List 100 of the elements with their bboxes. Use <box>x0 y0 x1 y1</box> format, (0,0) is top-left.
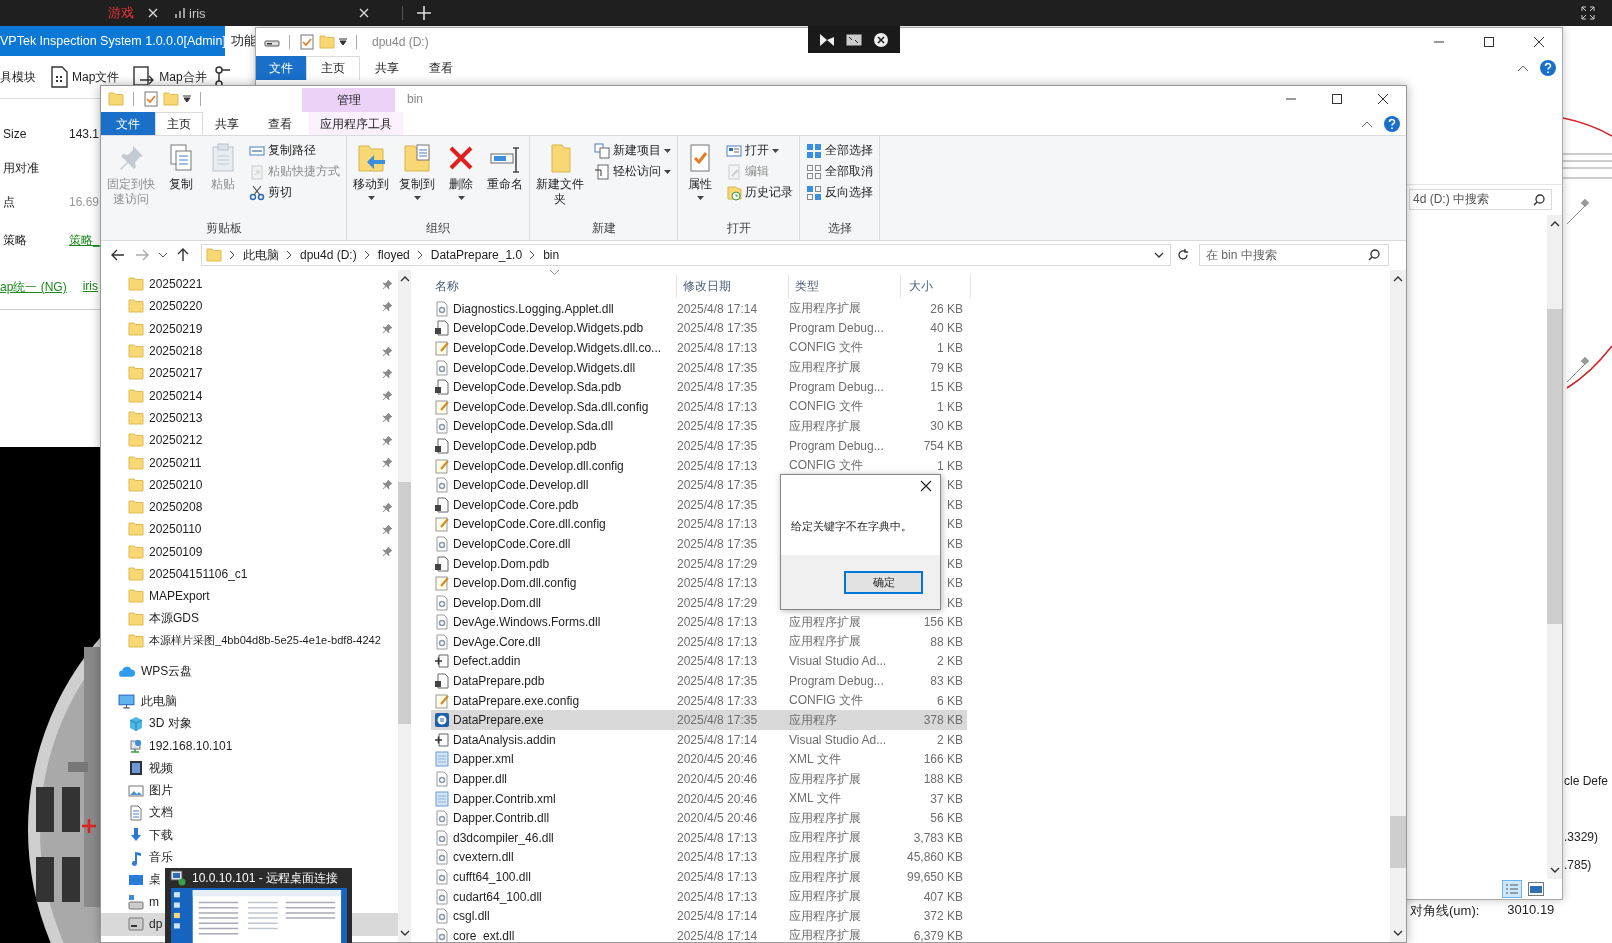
file-type: CONFIG 文件 <box>789 399 863 414</box>
file-type: Visual Studio Ad... <box>789 732 887 747</box>
file-name: DevelopCode.Develop.Widgets.pdb <box>453 321 645 336</box>
window-title: dpu4d (D:) <box>371 35 429 49</box>
file-name: DevelopCode.Develop.pdb <box>453 438 598 453</box>
group-label: 新建 <box>590 220 617 237</box>
file-type: 应用程序扩展 <box>789 908 861 923</box>
file-size: KB <box>947 576 963 591</box>
modified-date: 2025/4/8 17:13 <box>677 634 759 649</box>
file-type: 应用程序扩展 <box>789 360 861 375</box>
file-name: DataPrepare.exe.config <box>453 693 581 708</box>
modified-date: 2025/4/8 17:35 <box>677 438 759 453</box>
modified-date: 2025/4/8 17:33 <box>677 693 759 708</box>
field-label: 点 <box>2 193 16 211</box>
file-name: DataPrepare.exe <box>453 713 545 728</box>
modified-date: 2025/4/8 17:29 <box>677 556 759 571</box>
file-type: Program Debug... <box>789 438 884 453</box>
modified-date: 2020/4/5 20:46 <box>677 811 759 826</box>
file-name: DevelopCode.Develop.dll <box>453 478 590 493</box>
file-size: 37 KB <box>930 791 963 806</box>
file-size: 156 KB <box>923 615 963 630</box>
file-name: DevelopCode.Develop.Sda.dll.config <box>453 399 650 414</box>
group-label: 选择 <box>826 220 853 237</box>
file-name: DevelopCode.Develop.Widgets.dll <box>453 360 637 375</box>
modified-date: 2020/4/5 20:46 <box>677 791 759 806</box>
file-type: 应用程序 <box>789 712 837 727</box>
file-type: Program Debug... <box>789 380 884 395</box>
file-size: KB <box>947 536 963 551</box>
result-text: .3329) <box>1564 829 1600 846</box>
file-name: DevAge.Windows.Forms.dll <box>453 615 602 630</box>
file-name: DevelopCode.Core.dll.config <box>453 517 607 532</box>
modified-date: 2025/4/8 17:13 <box>677 458 759 473</box>
result-text: .785) <box>1564 857 1593 874</box>
modified-date: 2025/4/8 17:14 <box>677 732 759 747</box>
file-name: csgl.dll <box>453 909 491 924</box>
file-type: XML 文件 <box>789 751 841 766</box>
file-name: core_ext.dll <box>453 928 516 942</box>
file-type: 应用程序扩展 <box>789 928 861 942</box>
modified-date: 2025/4/8 17:13 <box>677 576 759 591</box>
file-type: CONFIG 文件 <box>789 340 863 355</box>
file-type: 应用程序扩展 <box>789 301 861 316</box>
file-size: 79 KB <box>930 360 963 375</box>
file-name: cudart64_100.dll <box>453 889 543 904</box>
file-size: 372 KB <box>923 909 963 924</box>
field-value: 3010.19 <box>1507 902 1555 919</box>
modified-date: 2025/4/8 17:13 <box>677 889 759 904</box>
group-label: 组织 <box>425 220 451 237</box>
modified-date: 2025/4/8 17:35 <box>677 360 759 375</box>
group-label: 剪贴板 <box>204 220 243 237</box>
file-size: 99,650 KB <box>906 870 963 884</box>
file-size: 166 KB <box>923 752 963 767</box>
file-size: 1 KB <box>937 341 963 355</box>
preview-title: 10.0.10.101 - 远程桌面连接 <box>192 869 339 887</box>
file-type: Program Debug... <box>789 321 884 336</box>
file-name: Develop.Dom.pdb <box>453 556 551 571</box>
file-size: 378 KB <box>923 713 963 728</box>
file-name: Diagnostics.Logging.Applet.dll <box>453 301 615 316</box>
modified-date: 2025/4/8 17:14 <box>677 301 759 316</box>
file-size: 6,379 KB <box>913 928 963 942</box>
file-name: Defect.addin <box>453 654 522 669</box>
field-label: 对角线(um): <box>1410 902 1480 920</box>
modified-date: 2025/4/8 17:13 <box>677 870 759 884</box>
file-size: 754 KB <box>923 438 963 453</box>
file-name: cufft64_100.dll <box>453 870 532 884</box>
file-size: KB <box>947 497 963 512</box>
field-label: 策略 <box>2 231 28 249</box>
modified-date: 2025/4/8 17:35 <box>677 674 759 689</box>
file-name: Develop.Dom.dll <box>453 595 543 610</box>
modified-date: 2025/4/8 17:35 <box>677 380 759 395</box>
file-name: cvextern.dll <box>453 850 515 865</box>
file-type: CONFIG 文件 <box>789 458 863 473</box>
file-name: DevelopCode.Develop.Sda.pdb <box>453 380 623 395</box>
modified-date: 2025/4/8 17:35 <box>677 478 759 493</box>
file-name: d3dcompiler_46.dll <box>453 830 555 845</box>
window-title: bin <box>406 92 423 106</box>
file-name: DevelopCode.Core.pdb <box>453 497 580 512</box>
modified-date: 2020/4/5 20:46 <box>677 752 759 767</box>
modified-date: 2025/4/8 17:13 <box>677 850 759 865</box>
dialog-message: 给定关键字不在字典中。 <box>791 518 912 534</box>
file-size: 40 KB <box>930 321 963 336</box>
file-name: Dapper.Contrib.xml <box>453 791 557 806</box>
file-size: 1 KB <box>937 399 963 414</box>
file-size: KB <box>947 517 963 532</box>
file-type: XML 文件 <box>789 791 841 806</box>
file-type: 应用程序扩展 <box>789 849 861 864</box>
field-label: Size <box>2 127 28 141</box>
file-size: KB <box>947 595 963 610</box>
group-label: 打开 <box>725 220 752 237</box>
file-type: 应用程序扩展 <box>789 810 861 825</box>
file-name: DataPrepare.pdb <box>453 674 546 689</box>
tool-group-header: 管理 <box>302 88 395 112</box>
field-label: 用对准 <box>2 159 40 177</box>
file-size: KB <box>947 478 963 493</box>
file-name: Dapper.xml <box>453 752 515 767</box>
modified-date: 2025/4/8 17:14 <box>677 909 759 924</box>
file-name: DevAge.Core.dll <box>453 634 542 649</box>
modified-date: 2025/4/8 17:13 <box>677 654 759 669</box>
file-name: DevelopCode.Develop.Sda.dll <box>453 419 615 434</box>
modified-date: 2025/4/8 17:13 <box>677 517 759 532</box>
file-type: 应用程序扩展 <box>789 634 861 649</box>
